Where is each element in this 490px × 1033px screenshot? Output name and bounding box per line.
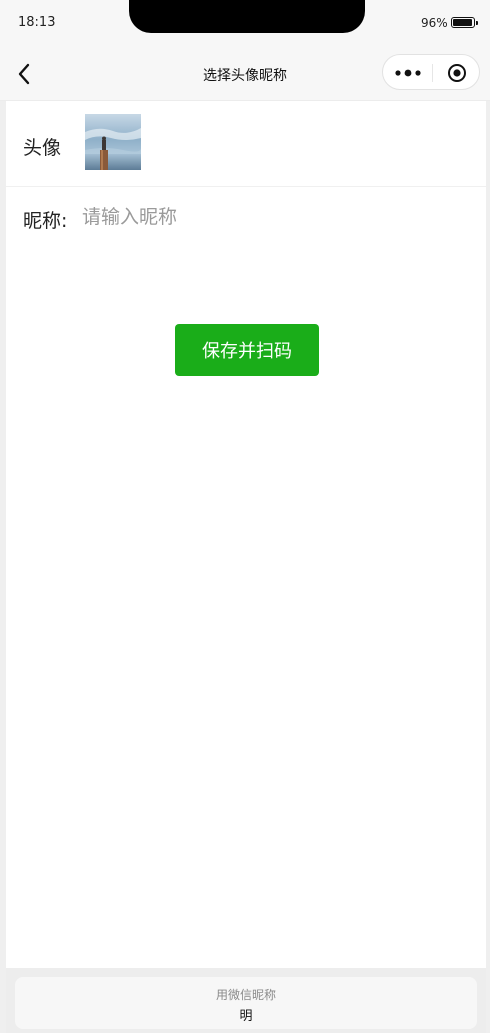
more-button[interactable] xyxy=(393,64,423,82)
battery-icon xyxy=(451,17,478,28)
avatar-label: 头像 xyxy=(23,137,62,159)
close-circle-icon xyxy=(448,64,466,82)
suggestion-title: 用微信昵称 xyxy=(215,988,276,1002)
navigation-bar: 选择头像昵称 xyxy=(0,48,490,101)
close-mini-program-button[interactable] xyxy=(442,63,472,83)
wechat-nickname-option[interactable]: 用微信昵称 明 xyxy=(15,977,477,1029)
battery-percent: 96% xyxy=(421,16,448,30)
avatar-image[interactable] xyxy=(85,114,141,170)
capsule-divider xyxy=(432,64,433,82)
suggestion-value: 明 xyxy=(239,1009,253,1024)
nickname-suggestion-sheet: 用微信昵称 明 xyxy=(6,968,486,1033)
nickname-row: 昵称: xyxy=(6,187,486,247)
save-and-scan-button[interactable]: 保存并扫码 xyxy=(175,324,319,376)
device-notch xyxy=(129,0,365,33)
nickname-input[interactable] xyxy=(82,202,402,232)
mini-program-capsule xyxy=(382,54,480,90)
status-bar: 18:13 96% xyxy=(0,0,490,48)
more-dots-icon xyxy=(395,69,421,77)
status-time: 18:13 xyxy=(18,15,56,30)
nickname-label: 昵称: xyxy=(23,210,68,232)
avatar-row[interactable]: 头像 xyxy=(6,101,486,187)
